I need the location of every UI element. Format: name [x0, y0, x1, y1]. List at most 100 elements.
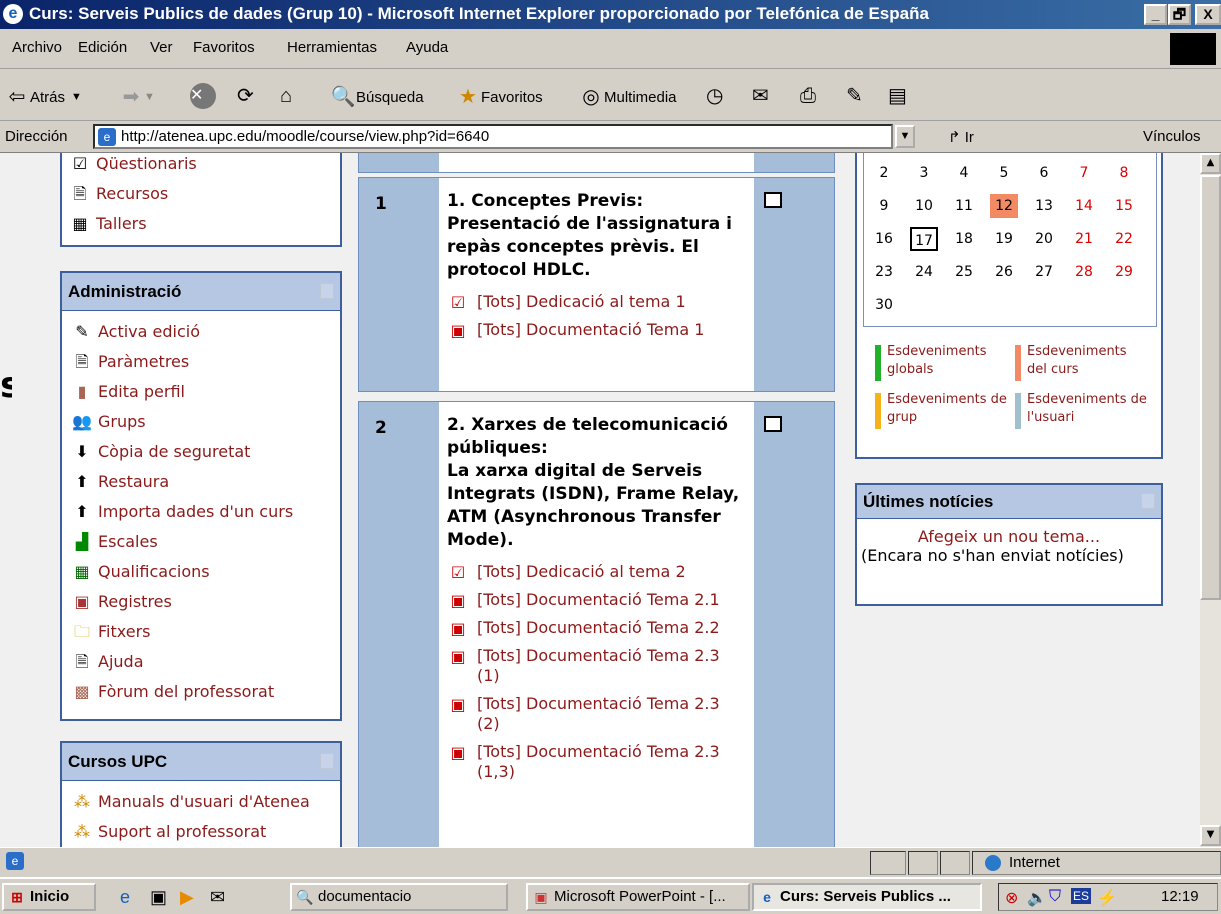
scroll-down-icon[interactable]: ▼	[1200, 825, 1221, 846]
calendar-day[interactable]: 24	[910, 260, 938, 284]
media-quicklaunch-icon[interactable]: ▶	[180, 887, 194, 908]
stop-icon[interactable]: ✕	[190, 83, 216, 109]
calendar-day[interactable]: 25	[950, 260, 978, 284]
menu-favoritos[interactable]: Favoritos	[193, 39, 255, 56]
collapse-icon[interactable]	[320, 283, 334, 299]
start-button[interactable]: ⊞ Inicio	[2, 883, 96, 911]
volume-icon[interactable]: 🔈	[1027, 888, 1047, 908]
calendar-day[interactable]: 22	[1110, 227, 1138, 251]
history-icon[interactable]: ◷	[706, 83, 732, 109]
calendar-day[interactable]: 7	[1070, 161, 1098, 185]
calendar-day[interactable]: 15	[1110, 194, 1138, 218]
resource-link[interactable]: ▣ [Tots] Documentació Tema 2.3 (1,3)	[447, 742, 746, 782]
globe-icon	[985, 855, 1001, 871]
calendar-day[interactable]: 3	[910, 161, 938, 185]
calendar-day[interactable]: 30	[870, 293, 898, 317]
pdf-icon: ▣	[450, 591, 466, 610]
quiz-icon: ☑	[450, 563, 466, 582]
resource-link[interactable]: ☑ [Tots] Dedicació al tema 2	[447, 562, 746, 582]
maximize-button[interactable]: 🗗	[1168, 4, 1191, 25]
calendar-day[interactable]: 9	[870, 194, 898, 218]
resource-link[interactable]: ▣ [Tots] Documentació Tema 2.3 (2)	[447, 694, 746, 734]
edit-icon[interactable]: ✎	[846, 83, 872, 109]
legend-user[interactable]: Esdeveniments de l'usuari	[1015, 391, 1150, 429]
menu-herramientas[interactable]: Herramientas	[287, 39, 377, 56]
calendar-day[interactable]: 6	[1030, 161, 1058, 185]
calendar-day[interactable]: 12	[990, 194, 1018, 218]
calendar-day[interactable]: 14	[1070, 194, 1098, 218]
language-indicator[interactable]: ES	[1071, 888, 1092, 904]
address-input[interactable]: e http://atenea.upc.edu/moodle/course/vi…	[93, 124, 893, 149]
course-section-1: 1 1. Conceptes Previs: Presentació de l'…	[358, 177, 835, 392]
resource-link[interactable]: ☑ [Tots] Dedicació al tema 1	[447, 292, 746, 312]
calendar-day[interactable]: 13	[1030, 194, 1058, 218]
calendar-day[interactable]: 5	[990, 161, 1018, 185]
legend-group[interactable]: Esdeveniments de grup	[875, 391, 1010, 429]
menu-ayuda[interactable]: Ayuda	[406, 39, 448, 56]
menu-ver[interactable]: Ver	[150, 39, 173, 56]
calendar-day[interactable]: 18	[950, 227, 978, 251]
task-powerpoint[interactable]: ▣ Microsoft PowerPoint - [...	[526, 883, 750, 911]
mail-icon[interactable]: ✉	[752, 83, 778, 109]
collapse-icon[interactable]	[320, 753, 334, 769]
antivirus-icon[interactable]: ⊗	[1005, 888, 1018, 908]
highlight-toggle[interactable]	[764, 192, 782, 208]
go-button[interactable]: ↱ Ir	[948, 128, 974, 146]
collapse-icon[interactable]	[1141, 493, 1155, 509]
print-icon[interactable]: ⎙	[800, 83, 826, 109]
calendar-day[interactable]: 8	[1110, 161, 1138, 185]
calendar-day[interactable]: 28	[1070, 260, 1098, 284]
minimize-button[interactable]: _	[1144, 4, 1167, 25]
menu-edicion[interactable]: Edición	[78, 39, 127, 56]
calendar-day[interactable]: 17	[910, 227, 938, 251]
favorites-button[interactable]: ★ Favoritos	[455, 84, 543, 110]
resource-link[interactable]: ▣ [Tots] Documentació Tema 1	[447, 320, 746, 340]
links-button[interactable]: Vínculos	[1143, 128, 1201, 145]
legend-global[interactable]: Esdeveniments globals	[875, 343, 1010, 381]
calendar-day[interactable]: 23	[870, 260, 898, 284]
backup-icon: ⬇	[75, 442, 89, 461]
menu-archivo[interactable]: Archivo	[12, 39, 62, 56]
search-button[interactable]: 🔍 Búsqueda	[330, 84, 424, 110]
calendar-day[interactable]: 21	[1070, 227, 1098, 251]
resource-link[interactable]: ▣ [Tots] Documentació Tema 2.1	[447, 590, 746, 610]
calendar-day[interactable]: 16	[870, 227, 898, 251]
resource-link[interactable]: ▣ [Tots] Documentació Tema 2.2	[447, 618, 746, 638]
ie-quicklaunch-icon[interactable]: e	[120, 887, 130, 908]
zone-indicator: Internet	[972, 851, 1221, 875]
calendar-day[interactable]: 20	[1030, 227, 1058, 251]
calendar-day[interactable]: 4	[950, 161, 978, 185]
refresh-icon[interactable]: ⟳	[237, 83, 263, 109]
resource-link[interactable]: ▣ [Tots] Documentació Tema 2.3 (1)	[447, 646, 746, 686]
calendar-day[interactable]: 27	[1030, 260, 1058, 284]
calendar-day[interactable]: 2	[870, 161, 898, 185]
desktop-quicklaunch-icon[interactable]: ▣	[150, 887, 167, 908]
section-number: 2	[375, 418, 387, 438]
section-body: 2. Xarxes de telecomunicació públiques: …	[439, 402, 754, 847]
calendar-day[interactable]: 10	[910, 194, 938, 218]
add-news-link[interactable]: Afegeix un nou tema...	[857, 527, 1161, 546]
legend-course[interactable]: Esdeveniments del curs	[1015, 343, 1150, 381]
outlook-quicklaunch-icon[interactable]: ✉	[210, 887, 225, 908]
highlight-toggle[interactable]	[764, 416, 782, 432]
activities-block: ☑ Qüestionaris 🗎 Recursos ▦ Tallers	[60, 153, 342, 247]
address-dropdown-button[interactable]: ▼	[895, 125, 915, 148]
vertical-scrollbar[interactable]: ▲ ▼	[1200, 153, 1221, 847]
calendar-day[interactable]: 29	[1110, 260, 1138, 284]
scroll-thumb[interactable]	[1200, 175, 1221, 600]
task-ie[interactable]: e Curs: Serveis Publics ...	[752, 883, 982, 911]
calendar-day[interactable]: 19	[990, 227, 1018, 251]
calendar-day[interactable]: 26	[990, 260, 1018, 284]
shield-icon[interactable]: ⛉	[1049, 888, 1061, 906]
task-documentacio[interactable]: 🔍 documentacio	[290, 883, 508, 911]
back-button[interactable]: ⇦ Atrás ▼	[4, 84, 82, 110]
close-button[interactable]: X	[1195, 4, 1221, 25]
home-icon[interactable]: ⌂	[280, 83, 306, 109]
multimedia-button[interactable]: ◎ Multimedia	[578, 84, 676, 110]
scroll-up-icon[interactable]: ▲	[1200, 153, 1221, 174]
calendar-day[interactable]: 11	[950, 194, 978, 218]
forward-button[interactable]: ➡ ▼	[118, 84, 155, 110]
network-icon[interactable]: ⚡	[1097, 888, 1117, 908]
discuss-icon[interactable]: ▤	[888, 83, 914, 109]
course-section-0	[358, 153, 835, 173]
